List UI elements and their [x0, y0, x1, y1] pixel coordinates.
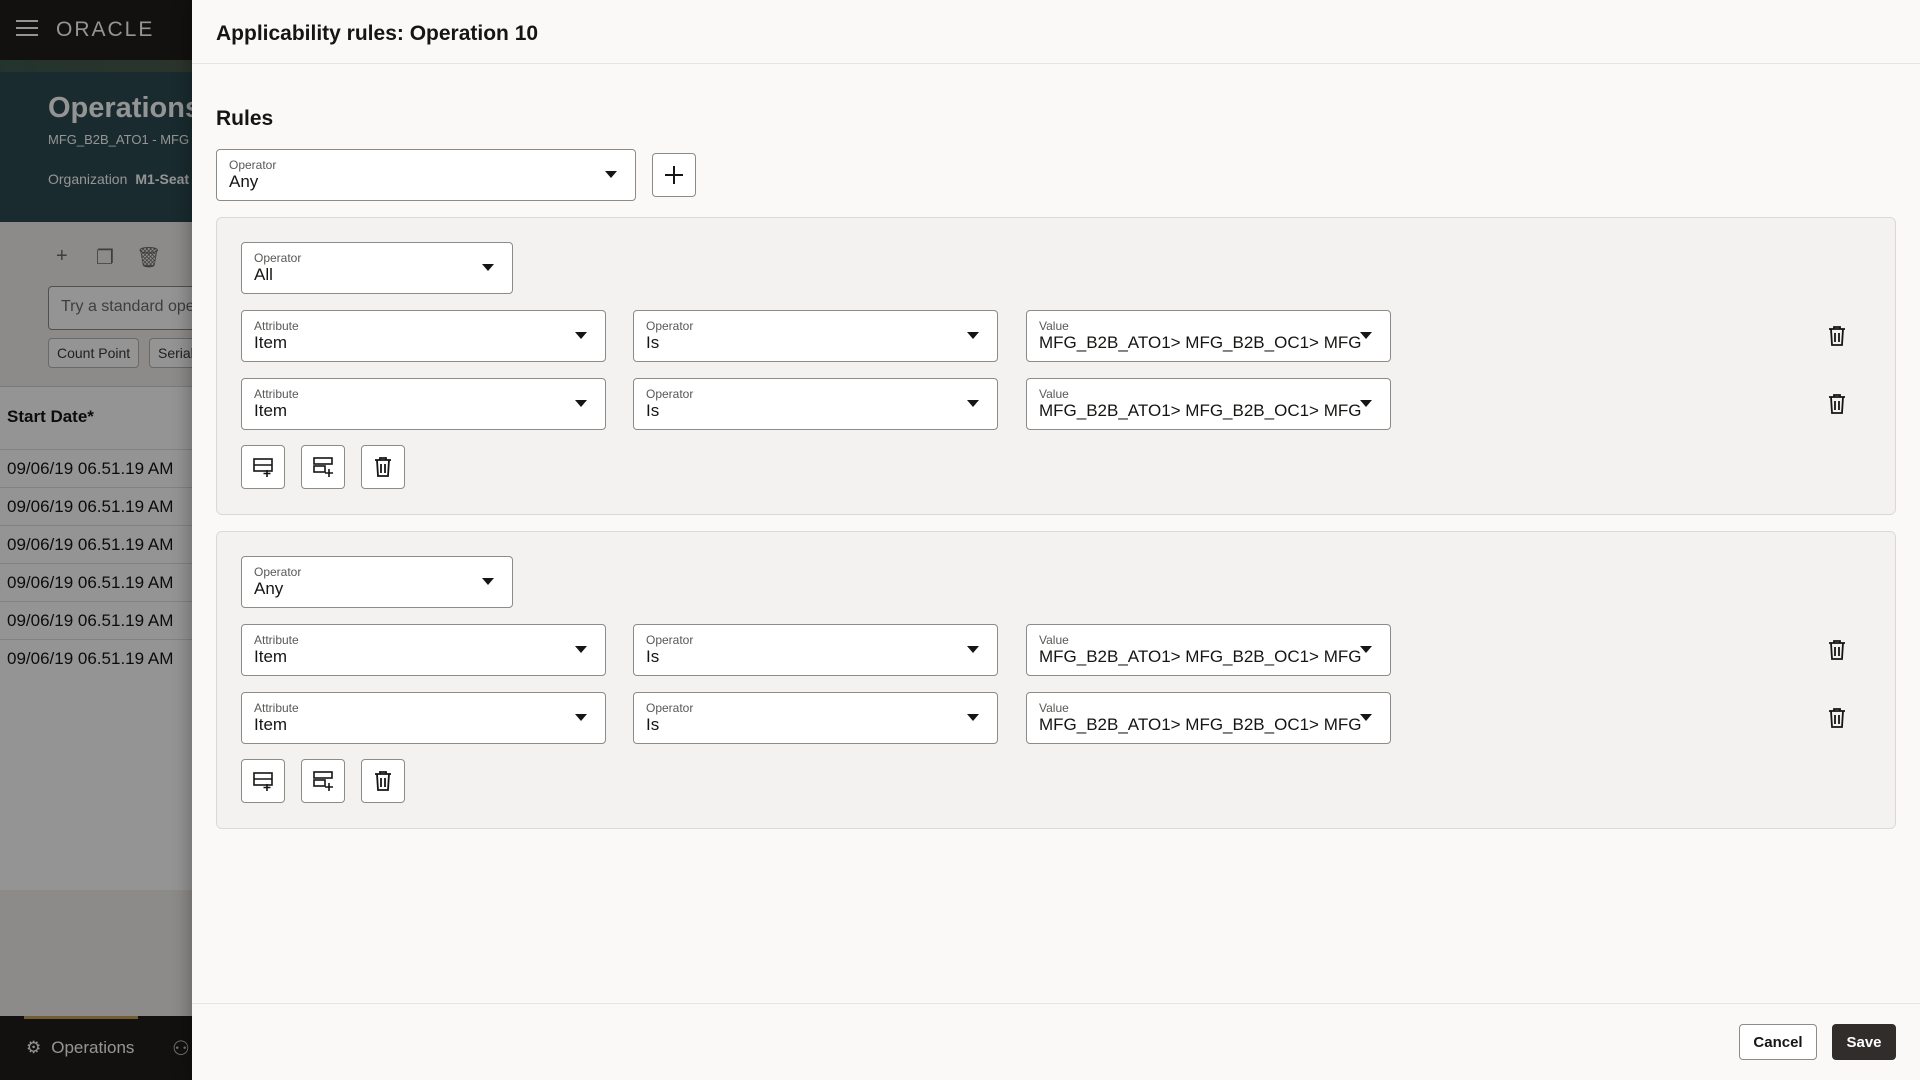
add-nested-group-button[interactable] [301, 445, 345, 489]
field-value: Item [254, 647, 288, 666]
field-label: Operator [646, 319, 694, 333]
cancel-button[interactable]: Cancel [1739, 1024, 1817, 1060]
field-value: Item [254, 333, 288, 352]
chevron-down-icon [1360, 332, 1372, 339]
field-value: Any [254, 579, 284, 598]
delete-condition-button[interactable] [1825, 323, 1849, 349]
delete-group-button[interactable] [361, 759, 405, 803]
delete-group-button[interactable] [361, 445, 405, 489]
condition-operator-select[interactable]: Operator Is [633, 692, 998, 744]
value-select[interactable]: Value MFG_B2B_ATO1> MFG_B2B_OC1> MFG [1026, 692, 1391, 744]
chevron-down-icon [575, 400, 587, 407]
field-value: Any [229, 172, 259, 191]
applicability-rules-drawer: Applicability rules: Operation 10 Rules … [192, 0, 1920, 1080]
group-operator-select[interactable]: Operator All [241, 242, 513, 294]
value-select[interactable]: Value MFG_B2B_ATO1> MFG_B2B_OC1> MFG [1026, 378, 1391, 430]
add-condition-button[interactable] [241, 445, 285, 489]
field-value: MFG_B2B_ATO1> MFG_B2B_OC1> MFG [1039, 647, 1362, 666]
field-label: Attribute [254, 319, 299, 333]
trash-icon [1829, 708, 1845, 728]
condition-operator-select[interactable]: Operator Is [633, 310, 998, 362]
attribute-select[interactable]: Attribute Item [241, 692, 606, 744]
field-value: All [254, 265, 273, 284]
field-label: Value [1039, 701, 1069, 715]
field-label: Attribute [254, 701, 299, 715]
delete-condition-button[interactable] [1825, 637, 1849, 663]
chevron-down-icon [482, 264, 494, 271]
chevron-down-icon [575, 646, 587, 653]
chevron-down-icon [1360, 646, 1372, 653]
attribute-select[interactable]: Attribute Item [241, 378, 606, 430]
add-rule-group-button[interactable] [652, 153, 696, 197]
chevron-down-icon [967, 646, 979, 653]
chevron-down-icon [967, 714, 979, 721]
trash-icon [375, 457, 391, 477]
chevron-down-icon [575, 332, 587, 339]
rule-group: Operator All Attribute Item Operator Is … [216, 217, 1896, 515]
drawer-header: Applicability rules: Operation 10 [192, 0, 1920, 64]
chevron-down-icon [575, 714, 587, 721]
attribute-select[interactable]: Attribute Item [241, 624, 606, 676]
save-button[interactable]: Save [1832, 1024, 1896, 1060]
field-value: MFG_B2B_ATO1> MFG_B2B_OC1> MFG [1039, 715, 1362, 734]
field-value: Item [254, 401, 288, 420]
field-label: Value [1039, 633, 1069, 647]
chevron-down-icon [482, 578, 494, 585]
field-value: MFG_B2B_ATO1> MFG_B2B_OC1> MFG [1039, 333, 1362, 352]
top-operator-select[interactable]: Operator Any [216, 149, 636, 201]
field-label: Operator [254, 251, 302, 265]
chevron-down-icon [1360, 714, 1372, 721]
field-label: Attribute [254, 633, 299, 647]
chevron-down-icon [967, 400, 979, 407]
add-condition-button[interactable] [241, 759, 285, 803]
delete-condition-button[interactable] [1825, 705, 1849, 731]
field-value: MFG_B2B_ATO1> MFG_B2B_OC1> MFG [1039, 401, 1362, 420]
field-label: Value [1039, 319, 1069, 333]
field-label: Operator [646, 701, 694, 715]
attribute-select[interactable]: Attribute Item [241, 310, 606, 362]
field-value: Is [646, 715, 660, 734]
drawer-title: Applicability rules: Operation 10 [216, 22, 539, 45]
field-label: Operator [229, 158, 277, 172]
field-label: Attribute [254, 387, 299, 401]
value-select[interactable]: Value MFG_B2B_ATO1> MFG_B2B_OC1> MFG [1026, 624, 1391, 676]
condition-operator-select[interactable]: Operator Is [633, 624, 998, 676]
field-label: Operator [646, 633, 694, 647]
add-condition-icon [253, 458, 273, 477]
field-label: Value [1039, 387, 1069, 401]
trash-icon [1829, 394, 1845, 414]
delete-condition-button[interactable] [1825, 391, 1849, 417]
group-operator-select[interactable]: Operator Any [241, 556, 513, 608]
add-group-icon [313, 771, 333, 791]
add-condition-icon [253, 772, 273, 791]
drawer-footer: Cancel Save [192, 1003, 1920, 1080]
trash-icon [375, 771, 391, 791]
condition-operator-select[interactable]: Operator Is [633, 378, 998, 430]
chevron-down-icon [967, 332, 979, 339]
field-value: Item [254, 715, 288, 734]
field-label: Operator [254, 565, 302, 579]
value-select[interactable]: Value MFG_B2B_ATO1> MFG_B2B_OC1> MFG [1026, 310, 1391, 362]
add-nested-group-button[interactable] [301, 759, 345, 803]
section-title-rules: Rules [216, 107, 274, 130]
rule-group: Operator Any Attribute Item Operator Is … [216, 531, 1896, 829]
chevron-down-icon [605, 171, 617, 178]
field-value: Is [646, 333, 660, 352]
trash-icon [1829, 326, 1845, 346]
trash-icon [1829, 640, 1845, 660]
add-group-icon [313, 457, 333, 477]
chevron-down-icon [1360, 400, 1372, 407]
field-value: Is [646, 647, 660, 666]
field-value: Is [646, 401, 660, 420]
field-label: Operator [646, 387, 694, 401]
plus-icon [665, 166, 683, 184]
